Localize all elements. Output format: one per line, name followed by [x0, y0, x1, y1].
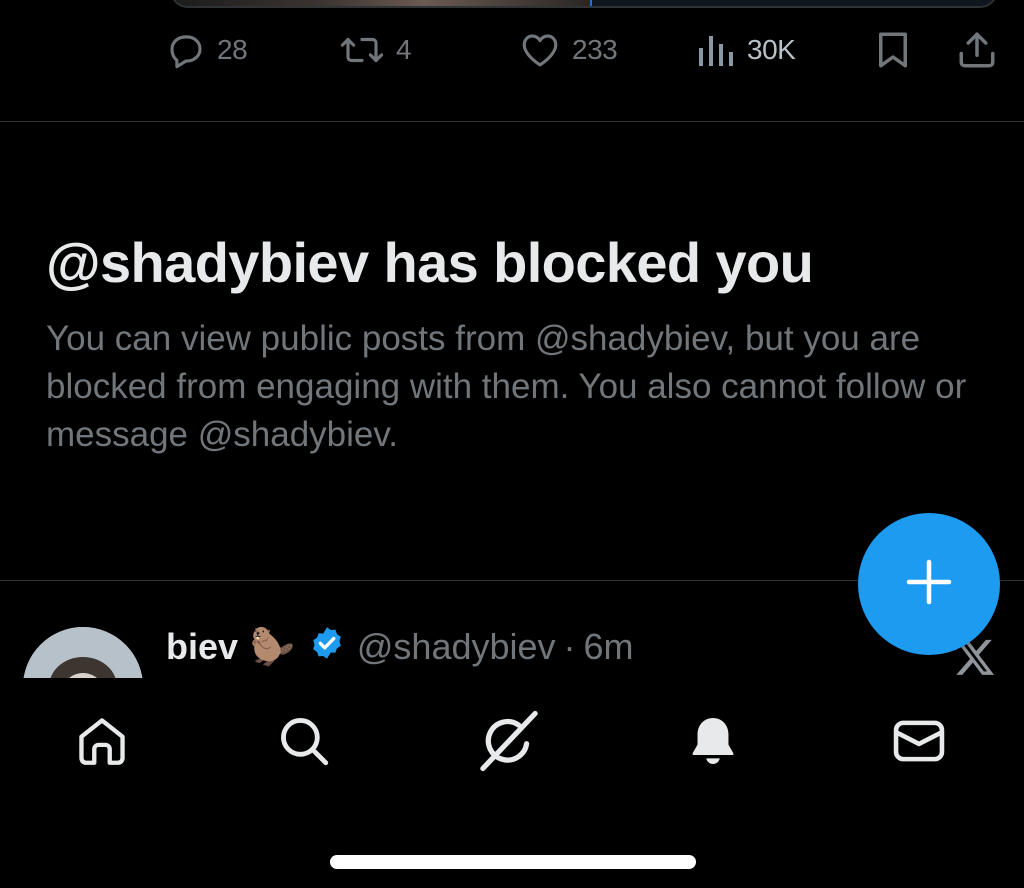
- avatar[interactable]: [23, 627, 143, 678]
- author-handle: @shadybiev: [356, 626, 556, 667]
- blocked-title: @shadybiev has blocked you: [46, 231, 814, 294]
- post-action-bar: 28 4 233 30K: [0, 24, 1024, 76]
- author-emoji: 🦫: [250, 626, 295, 667]
- share-icon: [956, 29, 998, 71]
- nav-notifications[interactable]: [678, 708, 748, 778]
- like-count: 233: [572, 34, 618, 65]
- screen: 28 4 233 30K @shadybiev has blocked you …: [0, 0, 1024, 888]
- bookmark-button[interactable]: [874, 24, 912, 76]
- compose-button[interactable]: [858, 513, 1000, 655]
- views-count: 30K: [747, 34, 796, 65]
- nav-messages[interactable]: [884, 708, 954, 778]
- blocked-notice: @shadybiev has blocked you You can view …: [46, 225, 996, 459]
- nav-grok[interactable]: [474, 708, 544, 778]
- plus-icon: [905, 558, 953, 611]
- home-indicator[interactable]: [330, 855, 696, 869]
- like-button[interactable]: 233: [518, 24, 618, 76]
- envelope-icon: [889, 712, 949, 775]
- verified-badge-icon: [309, 625, 345, 670]
- bottom-nav: [0, 680, 1024, 810]
- grok-icon: [476, 708, 542, 779]
- bookmark-icon: [874, 29, 912, 71]
- media-image-right: [590, 0, 996, 6]
- repost-count: 4: [396, 34, 412, 65]
- post-header: biev 🦫 @shadybiev · 6m: [166, 622, 634, 672]
- views-icon: [697, 30, 737, 70]
- heart-icon: [518, 29, 562, 71]
- search-icon: [275, 712, 333, 775]
- post-media-remnant[interactable]: [170, 0, 998, 8]
- share-button[interactable]: [956, 24, 998, 76]
- reply-count: 28: [217, 34, 248, 65]
- bell-icon: [684, 712, 742, 775]
- divider-top: [0, 121, 1024, 122]
- reply-button[interactable]: 28: [165, 24, 248, 76]
- author-name[interactable]: biev: [166, 626, 238, 668]
- separator-dot: ·: [563, 626, 576, 667]
- repost-button[interactable]: 4: [338, 24, 412, 76]
- nav-search[interactable]: [269, 708, 339, 778]
- blocked-message: You can view public posts from @shadybie…: [46, 319, 967, 454]
- post-timestamp: 6m: [583, 626, 634, 667]
- views-button[interactable]: 30K: [697, 24, 796, 76]
- home-icon: [73, 712, 131, 775]
- media-image-left: [172, 0, 590, 6]
- nav-home[interactable]: [67, 708, 137, 778]
- repost-icon: [338, 29, 386, 71]
- reply-icon: [165, 29, 207, 71]
